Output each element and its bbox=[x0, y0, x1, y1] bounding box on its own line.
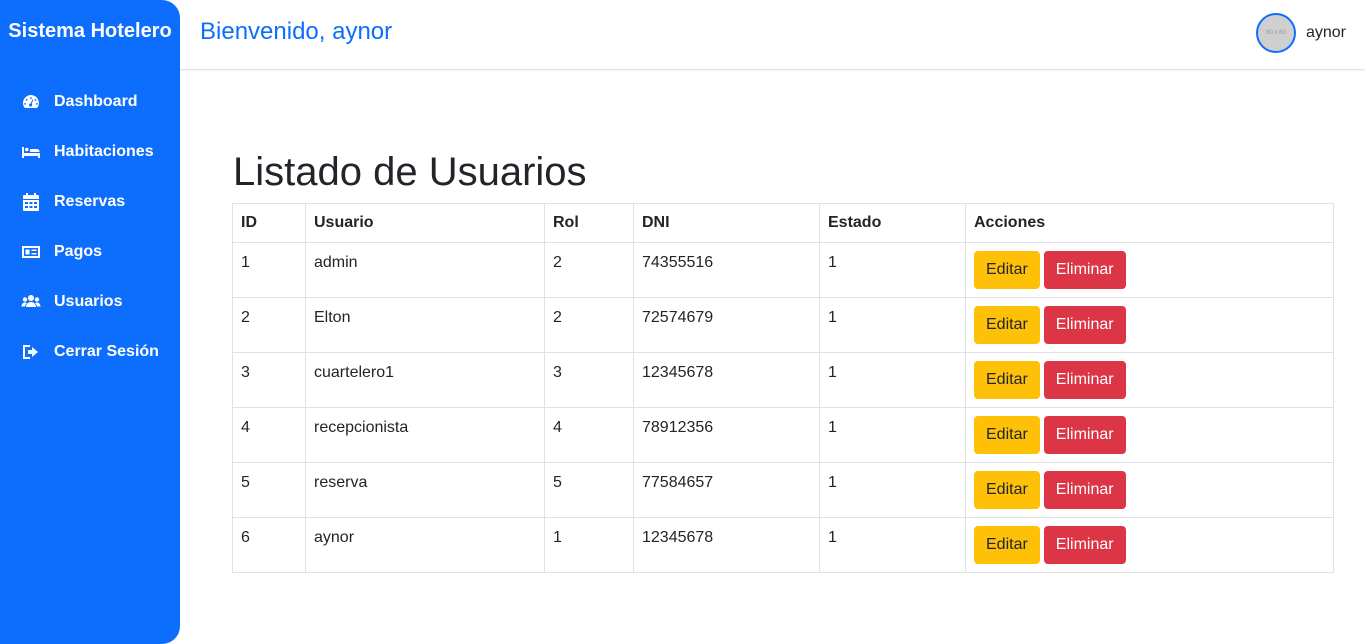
calendar-icon bbox=[21, 192, 41, 212]
delete-button[interactable]: Eliminar bbox=[1043, 306, 1126, 344]
cell-dni: 12345678 bbox=[633, 352, 820, 408]
delete-button[interactable]: Eliminar bbox=[1043, 416, 1126, 454]
delete-button[interactable]: Eliminar bbox=[1043, 471, 1126, 509]
cell-rol: 2 bbox=[544, 242, 634, 298]
cell-id: 2 bbox=[232, 297, 306, 353]
cell-rol: 4 bbox=[544, 407, 634, 463]
cell-usuario: admin bbox=[305, 242, 545, 298]
cell-estado: 1 bbox=[819, 297, 966, 353]
top-header: Bienvenido, aynor 80 x 80 aynor bbox=[180, 0, 1365, 70]
welcome-message: Bienvenido, aynor bbox=[200, 18, 393, 45]
delete-button[interactable]: Eliminar bbox=[1043, 251, 1126, 289]
cell-rol: 1 bbox=[544, 517, 634, 573]
cell-estado: 1 bbox=[819, 517, 966, 573]
brand-title[interactable]: Sistema Hotelero bbox=[0, 20, 180, 43]
sidebar-item-label: Cerrar Sesión bbox=[54, 343, 159, 360]
sidebar-item-label: Dashboard bbox=[54, 93, 138, 110]
sidebar-nav: Dashboard Habitaciones Reservas Pagos Us… bbox=[0, 88, 180, 388]
cell-rol: 2 bbox=[544, 297, 634, 353]
sidebar-item-label: Pagos bbox=[54, 243, 103, 260]
cell-dni: 77584657 bbox=[633, 462, 820, 518]
bed-icon bbox=[21, 142, 41, 162]
table-row: 2 Elton 2 72574679 1 Editar Eliminar bbox=[232, 297, 1334, 353]
sidebar-item-label: Usuarios bbox=[54, 293, 123, 310]
user-name: aynor bbox=[1305, 24, 1346, 41]
table-header-row: ID Usuario Rol DNI Estado Acciones bbox=[232, 203, 1334, 243]
cell-usuario: cuartelero1 bbox=[305, 352, 545, 408]
sidebar-item-reservas[interactable]: Reservas bbox=[0, 188, 180, 216]
edit-button[interactable]: Editar bbox=[974, 251, 1040, 289]
table-row: 6 aynor 1 12345678 1 Editar Eliminar bbox=[232, 517, 1334, 573]
avatar[interactable]: 80 x 80 bbox=[1255, 13, 1296, 53]
cell-acciones: Editar Eliminar bbox=[965, 462, 1334, 518]
money-icon bbox=[21, 242, 41, 262]
cell-usuario: reserva bbox=[305, 462, 545, 518]
sidebar-item-dashboard[interactable]: Dashboard bbox=[0, 88, 180, 116]
sidebar-item-habitaciones[interactable]: Habitaciones bbox=[0, 138, 180, 166]
cell-estado: 1 bbox=[819, 407, 966, 463]
cell-id: 4 bbox=[232, 407, 306, 463]
cell-acciones: Editar Eliminar bbox=[965, 297, 1334, 353]
table-body: 1 admin 2 74355516 1 Editar Eliminar 2 Elton 2 725… bbox=[232, 242, 1334, 573]
sidebar-item-usuarios[interactable]: Usuarios bbox=[0, 288, 180, 316]
cell-dni: 78912356 bbox=[633, 407, 820, 463]
cell-estado: 1 bbox=[819, 242, 966, 298]
cell-dni: 72574679 bbox=[633, 297, 820, 353]
cell-acciones: Editar Eliminar bbox=[965, 352, 1334, 408]
logout-icon bbox=[21, 342, 41, 362]
cell-id: 5 bbox=[232, 462, 306, 518]
table-row: 5 reserva 5 77584657 1 Editar Eliminar bbox=[232, 462, 1334, 518]
cell-estado: 1 bbox=[819, 352, 966, 408]
cell-dni: 74355516 bbox=[633, 242, 820, 298]
user-menu[interactable]: 80 x 80 aynor bbox=[1255, 13, 1346, 53]
cell-acciones: Editar Eliminar bbox=[965, 242, 1334, 298]
table-row: 4 recepcionista 4 78912356 1 Editar Eliminar bbox=[232, 407, 1334, 463]
cell-id: 3 bbox=[232, 352, 306, 408]
column-header-usuario: Usuario bbox=[305, 203, 545, 243]
page-title: Listado de Usuarios bbox=[233, 150, 587, 194]
sidebar-item-cerrar-sesion[interactable]: Cerrar Sesión bbox=[0, 338, 180, 366]
column-header-rol: Rol bbox=[544, 203, 634, 243]
column-header-id: ID bbox=[232, 203, 306, 243]
users-icon bbox=[21, 292, 41, 312]
cell-acciones: Editar Eliminar bbox=[965, 517, 1334, 573]
dashboard-icon bbox=[21, 92, 41, 112]
table-row: 1 admin 2 74355516 1 Editar Eliminar bbox=[232, 242, 1334, 298]
edit-button[interactable]: Editar bbox=[974, 526, 1040, 564]
cell-id: 1 bbox=[232, 242, 306, 298]
cell-usuario: aynor bbox=[305, 517, 545, 573]
cell-rol: 3 bbox=[544, 352, 634, 408]
edit-button[interactable]: Editar bbox=[974, 361, 1040, 399]
delete-button[interactable]: Eliminar bbox=[1043, 361, 1126, 399]
edit-button[interactable]: Editar bbox=[974, 471, 1040, 509]
sidebar-item-label: Reservas bbox=[54, 193, 126, 210]
cell-acciones: Editar Eliminar bbox=[965, 407, 1334, 463]
cell-usuario: recepcionista bbox=[305, 407, 545, 463]
column-header-acciones: Acciones bbox=[965, 203, 1334, 243]
delete-button[interactable]: Eliminar bbox=[1043, 526, 1126, 564]
cell-dni: 12345678 bbox=[633, 517, 820, 573]
table-row: 3 cuartelero1 3 12345678 1 Editar Eliminar bbox=[232, 352, 1334, 408]
cell-estado: 1 bbox=[819, 462, 966, 518]
users-table: ID Usuario Rol DNI Estado Acciones 1 admi… bbox=[232, 203, 1334, 573]
edit-button[interactable]: Editar bbox=[974, 416, 1040, 454]
cell-rol: 5 bbox=[544, 462, 634, 518]
sidebar: Sistema Hotelero Dashboard Habitaciones … bbox=[0, 0, 180, 644]
edit-button[interactable]: Editar bbox=[974, 306, 1040, 344]
cell-id: 6 bbox=[232, 517, 306, 573]
sidebar-item-label: Habitaciones bbox=[54, 143, 154, 160]
sidebar-item-pagos[interactable]: Pagos bbox=[0, 238, 180, 266]
column-header-estado: Estado bbox=[819, 203, 966, 243]
column-header-dni: DNI bbox=[633, 203, 820, 243]
cell-usuario: Elton bbox=[305, 297, 545, 353]
